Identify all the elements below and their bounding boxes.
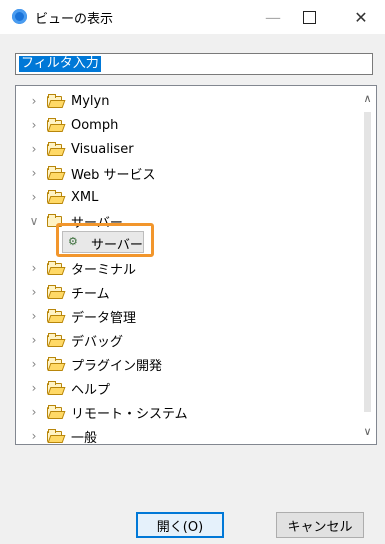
tree-item[interactable]: › ターミナル bbox=[16, 256, 136, 280]
tree-item[interactable]: › チーム bbox=[16, 280, 110, 304]
tree-item[interactable]: › プラグイン開発 bbox=[16, 352, 162, 376]
scroll-up-icon[interactable]: ∧ bbox=[359, 90, 376, 107]
folder-icon bbox=[47, 189, 66, 204]
filter-input-text: フィルタ入力 bbox=[19, 56, 101, 72]
folder-icon bbox=[47, 332, 66, 347]
tree-item[interactable]: › XML bbox=[16, 185, 98, 209]
tree-item-label: チーム bbox=[71, 286, 110, 302]
tree-item-label: ヘルプ bbox=[71, 382, 111, 398]
tree-item[interactable]: › Web サービス bbox=[16, 161, 155, 185]
chevron-right-icon[interactable]: › bbox=[28, 328, 40, 352]
tree-item[interactable]: › デバッグ bbox=[16, 328, 123, 352]
vertical-scrollbar[interactable]: ∧ ∨ bbox=[359, 86, 376, 444]
tree-item-label: データ管理 bbox=[71, 310, 137, 326]
chevron-right-icon[interactable]: › bbox=[28, 304, 40, 328]
tree-item-server-view[interactable]: サーバー bbox=[91, 234, 143, 253]
folder-icon bbox=[47, 356, 66, 371]
chevron-right-icon[interactable]: › bbox=[28, 161, 40, 185]
tree-item[interactable]: › 一般 bbox=[16, 424, 98, 445]
maximize-button[interactable] bbox=[286, 0, 332, 34]
folder-icon bbox=[47, 308, 66, 323]
folder-icon bbox=[47, 404, 66, 419]
tree-item[interactable]: › Visualiser bbox=[16, 137, 134, 161]
folder-icon bbox=[47, 380, 66, 395]
chevron-right-icon[interactable]: › bbox=[28, 137, 40, 161]
tree-item[interactable]: › データ管理 bbox=[16, 304, 136, 328]
chevron-right-icon[interactable]: › bbox=[28, 376, 40, 400]
scroll-down-icon[interactable]: ∨ bbox=[359, 423, 376, 440]
folder-icon bbox=[47, 141, 66, 156]
tree-item[interactable]: › Mylyn bbox=[16, 89, 109, 113]
folder-icon bbox=[47, 93, 66, 108]
tree-item-label: ターミナル bbox=[71, 262, 137, 278]
tree-item-label: デバッグ bbox=[71, 334, 124, 350]
scroll-thumb[interactable] bbox=[364, 112, 371, 412]
cancel-button[interactable]: キャンセル bbox=[276, 512, 364, 538]
open-button[interactable]: 開く(O) bbox=[136, 512, 224, 538]
tree-item-label: XML bbox=[71, 189, 99, 205]
tree-item[interactable]: › Oomph bbox=[16, 113, 118, 137]
tree-item-label: プラグイン開発 bbox=[71, 358, 163, 374]
chevron-right-icon[interactable]: › bbox=[28, 89, 40, 113]
title-bar: ビューの表示 — ✕ bbox=[0, 0, 385, 34]
chevron-right-icon[interactable]: › bbox=[28, 185, 40, 209]
window-title: ビューの表示 bbox=[35, 12, 114, 27]
chevron-right-icon[interactable]: › bbox=[28, 280, 40, 304]
folder-icon bbox=[47, 428, 66, 443]
tree-item-label: リモート・システム bbox=[71, 406, 188, 422]
tree-item-label: 一般 bbox=[71, 430, 98, 445]
chevron-down-icon[interactable]: ∨ bbox=[28, 209, 40, 233]
filter-input[interactable]: フィルタ入力 bbox=[15, 53, 373, 75]
eclipse-app-icon bbox=[12, 9, 27, 24]
tree-item-label: Mylyn bbox=[71, 93, 110, 109]
view-tree[interactable]: › Mylyn › Oomph › Visualiser › Web サービス › XML ∨ サーバ… bbox=[15, 85, 377, 445]
chevron-right-icon[interactable]: › bbox=[28, 113, 40, 137]
chevron-right-icon[interactable]: › bbox=[28, 400, 40, 424]
server-view-icon: ⚙ bbox=[68, 235, 78, 248]
folder-icon bbox=[47, 260, 66, 275]
tree-item[interactable]: › リモート・システム bbox=[16, 400, 188, 424]
chevron-right-icon[interactable]: › bbox=[28, 352, 40, 376]
folder-icon bbox=[47, 117, 66, 132]
tree-item-label: Oomph bbox=[71, 117, 119, 133]
tree-item-label: Visualiser bbox=[71, 141, 134, 157]
folder-icon bbox=[47, 165, 66, 180]
tree-item[interactable]: › ヘルプ bbox=[16, 376, 110, 400]
close-button[interactable]: ✕ bbox=[338, 0, 384, 34]
tree-item-label: Web サービス bbox=[71, 167, 156, 183]
folder-icon bbox=[47, 284, 66, 299]
chevron-right-icon[interactable]: › bbox=[28, 424, 40, 444]
maximize-icon bbox=[302, 10, 316, 24]
chevron-right-icon[interactable]: › bbox=[28, 256, 40, 280]
